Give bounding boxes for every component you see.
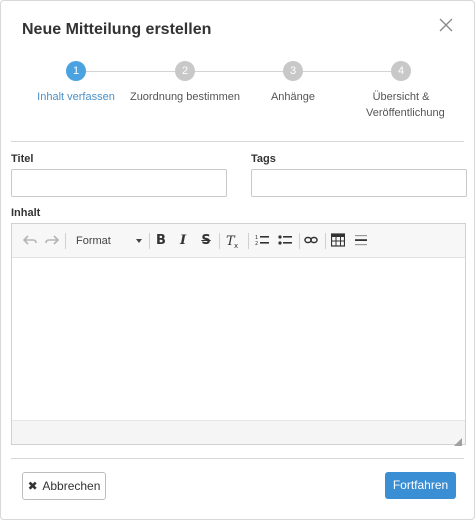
undo-icon[interactable] (22, 233, 38, 249)
continue-button[interactable]: Fortfahren (385, 472, 456, 499)
step-number: 2 (175, 61, 195, 81)
svg-text:x: x (234, 242, 238, 249)
inhalt-label: Inhalt (11, 207, 41, 219)
toolbar-separator (325, 233, 326, 249)
bold-icon[interactable]: B (153, 233, 169, 249)
cancel-label: Abbrechen (42, 479, 101, 493)
toolbar-separator (219, 233, 220, 249)
continue-label: Fortfahren (392, 478, 449, 492)
toolbar-separator (248, 233, 249, 249)
close-icon[interactable] (438, 17, 454, 33)
horizontal-line-icon[interactable] (353, 233, 369, 249)
redo-icon[interactable] (44, 233, 60, 249)
header-divider (11, 141, 464, 142)
link-icon[interactable] (303, 233, 319, 249)
editor-statusbar (12, 420, 465, 446)
format-label: Format (76, 235, 111, 247)
footer-divider (11, 458, 464, 459)
close-icon: ✖ (27, 479, 38, 493)
bulleted-list-icon[interactable] (277, 233, 293, 249)
resize-handle-icon[interactable] (454, 433, 462, 446)
step-4[interactable]: 4 Übersicht & Veröffentlichung (336, 61, 466, 121)
stepper: 1 Inhalt verfassen 2 Zuordnung bestimmen… (1, 59, 474, 123)
dialog: Neue Mitteilung erstellen 1 Inhalt verfa… (0, 0, 475, 520)
chevron-down-icon (136, 239, 142, 243)
italic-icon[interactable]: I (175, 233, 191, 249)
strikethrough-icon[interactable]: S (198, 233, 214, 249)
titel-input[interactable] (11, 169, 227, 197)
toolbar-separator (149, 233, 150, 249)
step-label: Übersicht & Veröffentlichung (366, 91, 445, 119)
editor-toolbar: Format B I S Tx 12 (12, 224, 465, 258)
toolbar-separator (65, 233, 66, 249)
tags-label: Tags (251, 153, 276, 165)
table-icon[interactable] (330, 233, 346, 249)
format-dropdown[interactable]: Format (70, 233, 144, 249)
dialog-header: Neue Mitteilung erstellen (1, 1, 474, 61)
dialog-title: Neue Mitteilung erstellen (22, 21, 212, 38)
remove-format-icon[interactable]: Tx (224, 233, 242, 250)
numbered-list-icon[interactable]: 12 (254, 233, 270, 249)
step-number: 4 (391, 61, 411, 81)
step-number: 3 (283, 61, 303, 81)
editor-content-area[interactable] (12, 258, 465, 420)
svg-text:2: 2 (255, 241, 258, 247)
cancel-button[interactable]: ✖ Abbrechen (22, 472, 106, 500)
toolbar-separator (299, 233, 300, 249)
tags-input[interactable] (251, 169, 467, 197)
step-number: 1 (66, 61, 86, 81)
titel-label: Titel (11, 153, 34, 165)
rich-text-editor: Format B I S Tx 12 (11, 223, 466, 446)
